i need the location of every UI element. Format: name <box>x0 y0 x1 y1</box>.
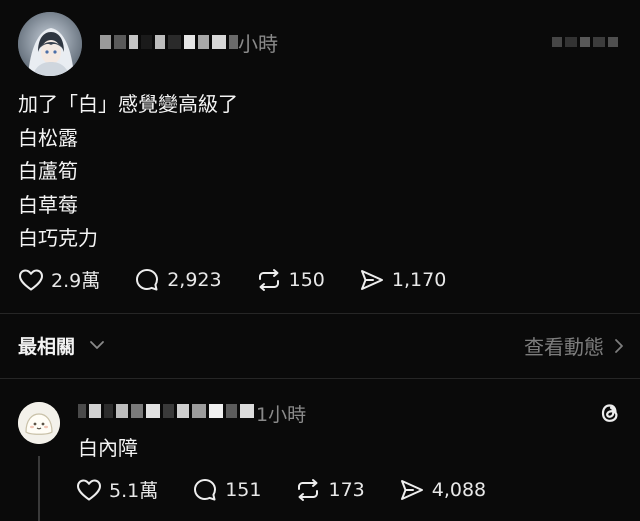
repost-button[interactable]: 173 <box>295 477 365 503</box>
chevron-down-icon[interactable] <box>89 339 105 351</box>
like-button[interactable]: 5.1萬 <box>76 476 158 503</box>
comment-icon <box>194 478 217 500</box>
reply-action-bar: 5.1萬 151 173 4,088 <box>76 476 520 503</box>
repost-icon <box>298 478 319 501</box>
post-line: 白草莓 <box>18 192 78 217</box>
chevron-right-icon <box>615 338 623 353</box>
thread-connector-line <box>38 456 40 521</box>
anime-avatar-image <box>18 12 82 76</box>
comment-button[interactable]: 151 <box>192 477 261 503</box>
reply-text: 白內障 <box>78 436 138 460</box>
reply-username-redacted[interactable] <box>78 402 254 420</box>
post-text: 加了「白」感覺變高級了 白松露 白蘆筍 白草莓 白巧克力 <box>18 88 238 256</box>
share-icon <box>400 479 423 500</box>
comment-button[interactable]: 2,923 <box>134 267 222 293</box>
repost-count: 173 <box>328 478 365 501</box>
comment-icon <box>136 268 159 290</box>
post-line: 白蘆筍 <box>18 159 78 183</box>
comment-sort-row: 最相關 查看動態 <box>18 330 624 362</box>
share-icon <box>360 269 383 290</box>
like-button[interactable]: 2.9萬 <box>18 266 100 293</box>
author-username-redacted[interactable] <box>100 31 238 53</box>
repost-count: 150 <box>288 268 325 291</box>
divider <box>0 313 640 314</box>
divider <box>0 378 640 379</box>
heart-icon <box>19 269 43 290</box>
repost-button[interactable]: 150 <box>256 267 325 293</box>
reply-author-avatar[interactable] <box>18 402 60 444</box>
view-activity-link[interactable]: 查看動態 <box>524 331 624 360</box>
share-count: 4,088 <box>431 478 487 501</box>
like-count: 2.9萬 <box>51 270 101 292</box>
more-options-redacted[interactable] <box>552 34 624 50</box>
sort-dropdown-label[interactable]: 最相關 <box>18 332 75 359</box>
post-timestamp: 小時 <box>238 32 278 56</box>
cartoon-avatar-image <box>18 402 60 444</box>
post-line: 白松露 <box>18 125 78 150</box>
repost-icon <box>258 268 279 291</box>
share-count: 1,170 <box>391 268 447 291</box>
comment-count: 151 <box>225 478 262 501</box>
heart-icon <box>77 479 101 500</box>
share-button[interactable]: 1,170 <box>359 267 446 293</box>
author-avatar[interactable] <box>18 12 82 76</box>
share-button[interactable]: 4,088 <box>399 477 486 503</box>
threads-logo-icon[interactable] <box>596 399 624 427</box>
post-line: 加了「白」感覺變高級了 <box>18 92 238 116</box>
main-post: 小時 加了「白」感覺變高級了 白松露 白蘆筍 白草莓 白巧克力 2.9萬 2,9… <box>0 0 640 310</box>
post-action-bar: 2.9萬 2,923 150 1,170 <box>18 266 480 293</box>
post-line: 白巧克力 <box>18 226 98 250</box>
reply-timestamp: 1小時 <box>256 404 307 426</box>
comment-count: 2,923 <box>167 268 222 291</box>
view-activity-label: 查看動態 <box>524 335 604 359</box>
like-count: 5.1萬 <box>109 480 159 502</box>
